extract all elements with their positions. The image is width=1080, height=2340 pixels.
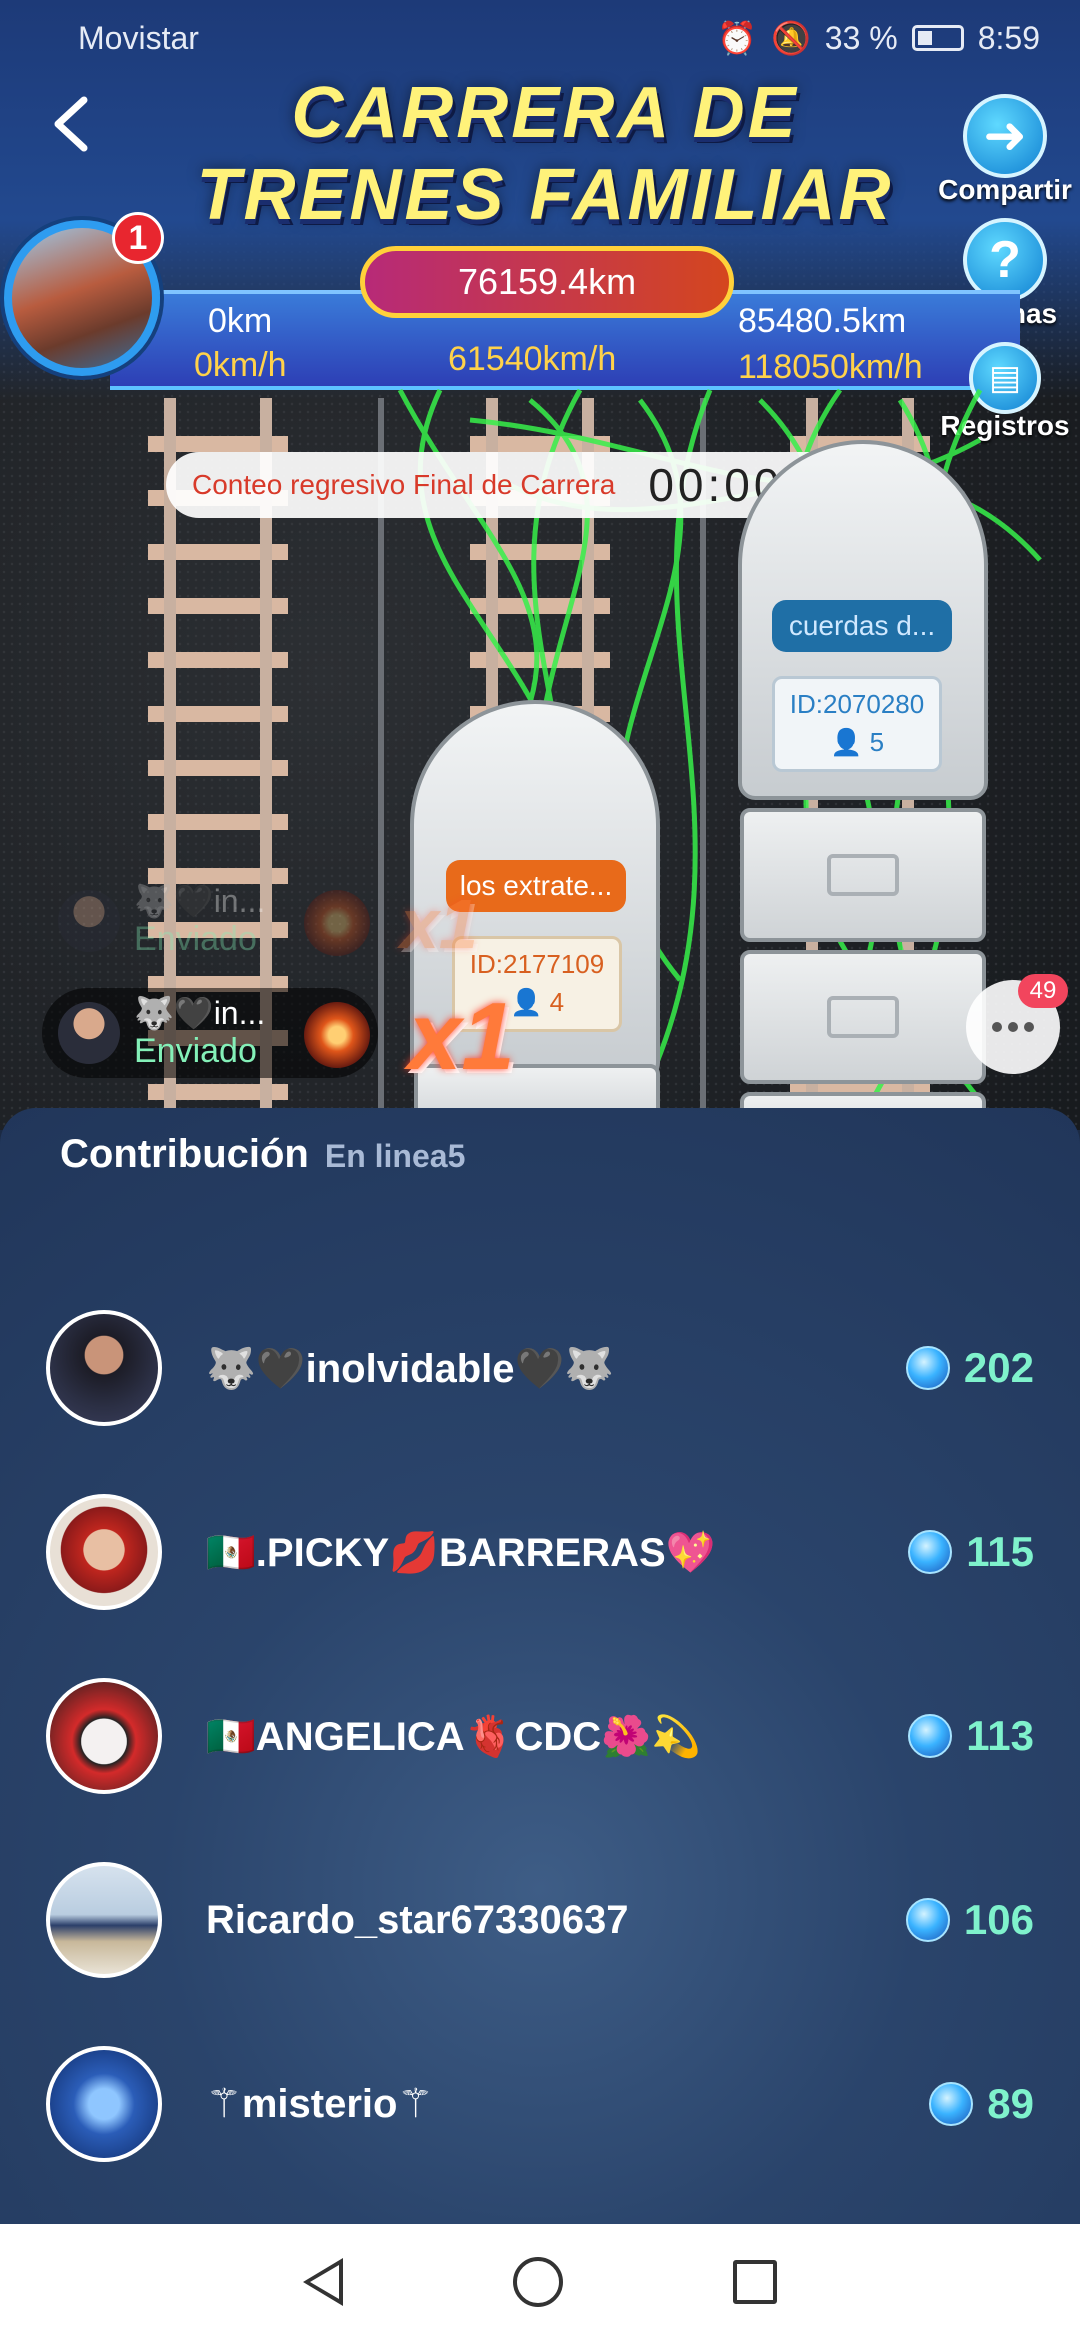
contribution-title: Contribución: [60, 1132, 309, 1176]
train-right-car: [740, 950, 986, 1084]
countdown-label: Conteo regresivo Final de Carrera: [192, 469, 616, 500]
back-arrow-icon[interactable]: [48, 94, 94, 154]
gift-user: 🐺🖤in...: [134, 995, 266, 1031]
gift-avatar: [58, 1002, 120, 1064]
multiplier: x1: [408, 983, 515, 1090]
train-right-members: 👤 5: [829, 727, 885, 757]
title-line-1: CARRERA DE: [291, 73, 799, 153]
contributor-value: 113: [966, 1712, 1034, 1759]
share-label: Compartir: [938, 174, 1072, 205]
status-right: ⏰ 🔕 33 % 8:59: [717, 19, 1040, 57]
contributor-name: 🐺🖤inolvidable🖤🐺: [206, 1346, 615, 1391]
gift-status: Enviado: [134, 920, 257, 958]
gift-avatar: [58, 890, 120, 952]
train-right-id-card: ID:2070280 👤 5: [772, 676, 942, 772]
share-arrow-icon: ➜: [963, 94, 1047, 178]
gift-message: 🐺🖤in... Enviado: [42, 988, 378, 1078]
game-title: CARRERA DE TRENES FAMILIAR: [150, 72, 940, 236]
nav-recents-icon[interactable]: [733, 2260, 777, 2304]
diamond-icon: [929, 2082, 974, 2126]
contributor-row[interactable]: 🇲🇽ANGELICA🫀CDC🌺💫 113: [0, 1676, 1080, 1796]
diamond-icon: [905, 1346, 950, 1390]
gift-user: 🐺🖤in...: [134, 883, 266, 919]
contributor-score: 202: [905, 1344, 1034, 1392]
train-center-id: ID:2177109: [469, 949, 605, 979]
notification-badge: 1: [112, 212, 164, 264]
contributor-name: Ricardo_star67330637: [206, 1897, 629, 1942]
contributor-score: 113: [908, 1712, 1034, 1760]
clock: 8:59: [977, 19, 1040, 56]
train-right-id: ID:2070280: [789, 689, 925, 719]
status-bar: Movistar ⏰ 🔕 33 % 8:59: [0, 0, 1080, 76]
gift-message-faded: 🐺🖤in... Enviado: [42, 876, 378, 966]
contributor-value: 115: [966, 1528, 1034, 1575]
contributor-value: 106: [963, 1896, 1034, 1943]
left-distance: 0km: [208, 302, 273, 340]
chat-dots-icon: [992, 1022, 1002, 1032]
battery-percent: 33 %: [824, 19, 898, 56]
left-speed: 0km/h: [194, 346, 287, 384]
nav-back-icon[interactable]: [303, 2258, 343, 2306]
contributor-score: 106: [905, 1896, 1034, 1944]
contributor-avatar[interactable]: [46, 1678, 162, 1794]
contributor-name: 🇲🇽ANGELICA🫀CDC🌺💫: [206, 1714, 701, 1759]
mute-icon: 🔕: [770, 20, 811, 56]
contributor-name: 🇲🇽.PICKY💋BARRERAS💖: [206, 1530, 716, 1575]
contributor-avatar[interactable]: [46, 1494, 162, 1610]
nav-home-icon[interactable]: [513, 2257, 563, 2307]
diamond-icon: [905, 1898, 950, 1942]
contributor-avatar[interactable]: [46, 1862, 162, 1978]
contributor-avatar[interactable]: [46, 1310, 162, 1426]
contributor-avatar[interactable]: [46, 2046, 162, 2162]
distance-total-pill: 76159.4km: [360, 246, 734, 318]
train-right-car: [740, 808, 986, 942]
contributor-row[interactable]: Ricardo_star67330637 106: [0, 1860, 1080, 1980]
contribution-panel: Contribución En linea5 🐺🖤inolvidable🖤🐺 2…: [0, 1108, 1080, 2224]
contributor-row[interactable]: ⚚misterio⚚ 89: [0, 2044, 1080, 2164]
system-nav-bar: [0, 2224, 1080, 2340]
person-icon: 👤: [829, 727, 863, 757]
contributor-value: 89: [987, 2080, 1034, 2127]
chat-badge: 49: [1018, 974, 1068, 1008]
right-distance: 85480.5km: [738, 302, 907, 340]
contributor-row[interactable]: 🇲🇽.PICKY💋BARRERAS💖 115: [0, 1492, 1080, 1612]
gift-status: Enviado: [134, 1032, 257, 1070]
carrier-label: Movistar: [78, 19, 199, 56]
contributor-value: 202: [963, 1344, 1034, 1391]
train-right-name: cuerdas d...: [772, 600, 952, 652]
contributor-name: ⚚misterio⚚: [206, 2082, 434, 2126]
gift-icon: [304, 890, 370, 956]
battery-icon: [911, 25, 964, 51]
title-line-2: TRENES FAMILIAR: [196, 155, 894, 235]
diamond-icon: [908, 1714, 953, 1758]
alarm-icon: ⏰: [717, 20, 757, 56]
center-speed: 61540km/h: [448, 340, 617, 378]
contributor-score: 89: [929, 2080, 1034, 2128]
contributor-row[interactable]: 🐺🖤inolvidable🖤🐺 202: [0, 1308, 1080, 1428]
multiplier-ghost: x1: [400, 885, 478, 963]
online-count: En linea5: [324, 1138, 466, 1174]
gift-icon: [304, 1002, 370, 1068]
game-area: Movistar ⏰ 🔕 33 % 8:59 CARRERA DE TRENES…: [0, 0, 1080, 1130]
share-button[interactable]: ➜ Compartir: [930, 94, 1080, 206]
contribution-header: Contribución En linea5: [60, 1132, 465, 1177]
contributor-score: 115: [908, 1528, 1034, 1576]
diamond-icon: [908, 1530, 953, 1574]
